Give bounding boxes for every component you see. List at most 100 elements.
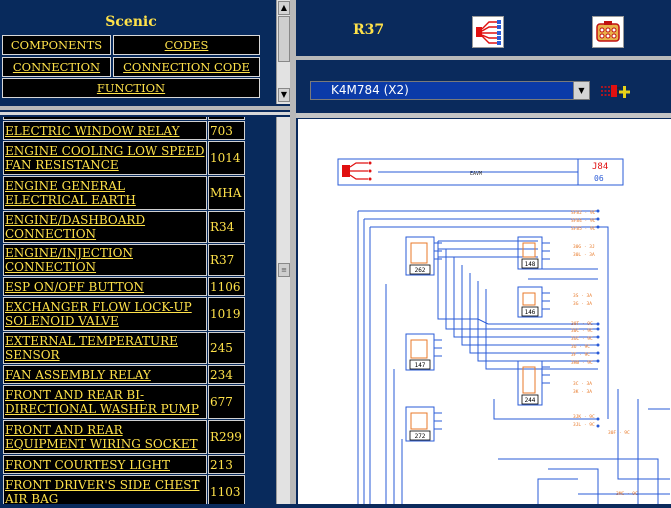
function-code: MHA xyxy=(208,176,245,210)
connection-button[interactable]: CONNECTION xyxy=(2,57,111,77)
scroll-up-arrow-icon[interactable]: ▲ xyxy=(278,1,290,15)
wire-bus xyxy=(357,210,670,504)
function-link[interactable]: FRONT AND REAR BI-DIRECTIONAL WASHER PUM… xyxy=(3,385,207,419)
svg-text:3U · 9C: 3U · 9C xyxy=(571,344,590,350)
table-row[interactable]: ENGINE/INJECTION CONNECTION R37 xyxy=(3,244,245,276)
function-link[interactable]: ENGINE/INJECTION CONNECTION xyxy=(3,244,207,276)
svg-text:30T · 9C: 30T · 9C xyxy=(571,321,593,327)
function-link[interactable]: EXCHANGER FLOW LOCK-UP SOLENOID VALVE xyxy=(3,297,207,331)
table-row[interactable]: EXCHANGER FLOW LOCK-UP SOLENOID VALVE 101… xyxy=(3,297,245,331)
component-label: 262 xyxy=(415,267,426,274)
function-link[interactable]: ENGINE COOLING LOW SPEED FAN RESISTANCE xyxy=(3,141,207,175)
table-row[interactable]: ESP ON/OFF BUTTON 1106 xyxy=(3,277,245,296)
svg-text:SF82 · 9C: SF82 · 9C xyxy=(571,210,596,216)
component-table: ELECTRIC WINDOW RELAY 703 ENGINE COOLING L… xyxy=(2,117,246,504)
function-code: 703 xyxy=(208,121,245,140)
wiring-harness-icon[interactable] xyxy=(472,16,504,48)
connection-code-button-label: CONNECTION CODE xyxy=(123,60,250,74)
wiring-diagram-canvas: EAVM J84 06 SF82 · 9C SF84 · 9C SF85 · 9… xyxy=(337,158,670,504)
function-link[interactable]: ENGINE GENERAL ELECTRICAL EARTH xyxy=(3,176,207,210)
function-link[interactable]: ELECTRIC WINDOW RELAY xyxy=(3,121,207,140)
list-scroll-thumb[interactable]: ≡ xyxy=(278,263,290,277)
svg-text:3JL · 9C: 3JL · 9C xyxy=(573,422,595,428)
junction-dots xyxy=(596,209,600,428)
function-link[interactable]: FRONT COURTESY LIGHT xyxy=(3,455,207,474)
svg-text:3MC · 9C: 3MC · 9C xyxy=(616,491,638,497)
function-link[interactable]: EXTERNAL TEMPERATURE SENSOR xyxy=(3,332,207,364)
frame-divider[interactable] xyxy=(0,106,296,110)
function-link[interactable]: FRONT AND REAR EQUIPMENT WIRING SOCKET xyxy=(3,420,207,454)
component-label: 272 xyxy=(415,433,426,440)
svg-text:3G · 3A: 3G · 3A xyxy=(573,301,592,307)
svg-text:SF84 · 9C: SF84 · 9C xyxy=(571,218,596,224)
component-label: 244 xyxy=(525,397,536,404)
codes-button-label: CODES xyxy=(164,38,209,52)
codes-button[interactable]: CODES xyxy=(113,35,260,55)
components-button[interactable]: COMPONENTS xyxy=(2,35,111,55)
table-row[interactable]: FRONT AND REAR BI-DIRECTIONAL WASHER PUM… xyxy=(3,385,245,419)
connector-header: R37 xyxy=(296,0,671,55)
table-row[interactable]: EXTERNAL TEMPERATURE SENSOR 245 xyxy=(3,332,245,364)
table-row[interactable]: ENGINE COOLING LOW SPEED FAN RESISTANCE 1… xyxy=(3,141,245,175)
function-link[interactable]: FRONT DRIVER'S SIDE CHEST AIR BAG xyxy=(3,475,207,504)
component-symbol xyxy=(410,242,428,264)
svg-text:30C · 9C: 30C · 9C xyxy=(571,328,593,334)
function-link[interactable]: FAN ASSEMBLY RELAY xyxy=(3,365,207,384)
svg-text:SF85 · 9C: SF85 · 9C xyxy=(571,226,596,232)
component-symbol xyxy=(522,366,536,394)
table-row[interactable]: FAN ASSEMBLY RELAY 234 xyxy=(3,365,245,384)
scroll-down-arrow-icon[interactable]: ▼ xyxy=(278,88,290,102)
chevron-down-icon[interactable]: ▼ xyxy=(573,82,589,99)
component-symbol xyxy=(410,412,428,430)
function-code: 245 xyxy=(208,332,245,364)
add-connection-icon[interactable] xyxy=(599,77,631,105)
nav-scrollbar[interactable]: ▲ ▼ xyxy=(276,0,290,104)
function-code: 1103 xyxy=(208,475,245,504)
table-row[interactable]: FRONT COURTESY LIGHT 213 xyxy=(3,455,245,474)
function-code: 1019 xyxy=(208,297,245,331)
function-code: 234 xyxy=(208,365,245,384)
table-cell-name[interactable] xyxy=(3,117,207,120)
engine-variant-value: K4M784 (X2) xyxy=(331,83,409,97)
list-scrollbar[interactable]: ≡ xyxy=(276,117,290,504)
frame-divider[interactable] xyxy=(296,113,671,118)
vehicle-title: Scenic xyxy=(105,14,157,30)
engine-variant-select[interactable]: K4M784 (X2) ▼ xyxy=(310,81,590,100)
svg-text:30G · 3J: 30G · 3J xyxy=(573,244,595,250)
component-symbol xyxy=(410,339,428,359)
wire-labels: SF82 · 9C SF84 · 9C SF85 · 9C 30G · 3J 3… xyxy=(571,210,638,497)
function-code: R37 xyxy=(208,244,245,276)
connector-code-label: R37 xyxy=(353,22,385,38)
variant-selector-row: K4M784 (X2) ▼ xyxy=(296,61,671,113)
table-row[interactable]: ENGINE GENERAL ELECTRICAL EARTH MHA xyxy=(3,176,245,210)
svg-text:30F · 9C: 30F · 9C xyxy=(608,430,630,436)
connection-code-button[interactable]: CONNECTION CODE xyxy=(113,57,260,77)
nav-scroll-thumb[interactable] xyxy=(278,16,290,62)
component-symbol xyxy=(522,242,536,258)
function-link[interactable]: ESP ON/OFF BUTTON xyxy=(3,277,207,296)
connector-pinout-icon[interactable] xyxy=(592,16,624,48)
table-row[interactable] xyxy=(3,117,245,120)
navigation-panel: Scenic COMPONENTS CODES CONNECTION CONNE… xyxy=(0,0,276,104)
svg-text:3GC · 9C: 3GC · 9C xyxy=(571,336,593,342)
wiring-diagram: EAVM J84 06 SF82 · 9C SF84 · 9C SF85 · 9… xyxy=(298,119,671,504)
function-list: ELECTRIC WINDOW RELAY 703 ENGINE COOLING L… xyxy=(0,117,276,504)
connector-ref: J84 xyxy=(592,162,608,172)
frame-divider[interactable] xyxy=(296,56,671,60)
component-label: 146 xyxy=(525,309,536,316)
svg-text:3HB · 9C: 3HB · 9C xyxy=(571,360,593,366)
table-row[interactable]: FRONT DRIVER'S SIDE CHEST AIR BAG 1103 xyxy=(3,475,245,504)
svg-text:3F · 9C: 3F · 9C xyxy=(571,352,590,358)
function-button[interactable]: FUNCTION xyxy=(2,78,260,98)
function-link[interactable]: ENGINE/DASHBOARD CONNECTION xyxy=(3,211,207,243)
table-row[interactable]: ELECTRIC WINDOW RELAY 703 xyxy=(3,121,245,140)
table-row[interactable]: ENGINE/DASHBOARD CONNECTION R34 xyxy=(3,211,245,243)
function-code: 1014 xyxy=(208,141,245,175)
svg-text:3C · 3A: 3C · 3A xyxy=(573,381,592,387)
table-row[interactable]: FRONT AND REAR EQUIPMENT WIRING SOCKET R2… xyxy=(3,420,245,454)
svg-text:3JK · 9C: 3JK · 9C xyxy=(573,414,595,420)
function-code: R34 xyxy=(208,211,245,243)
function-code: R299 xyxy=(208,420,245,454)
component-symbol xyxy=(522,292,536,306)
component-label: 148 xyxy=(525,261,536,268)
